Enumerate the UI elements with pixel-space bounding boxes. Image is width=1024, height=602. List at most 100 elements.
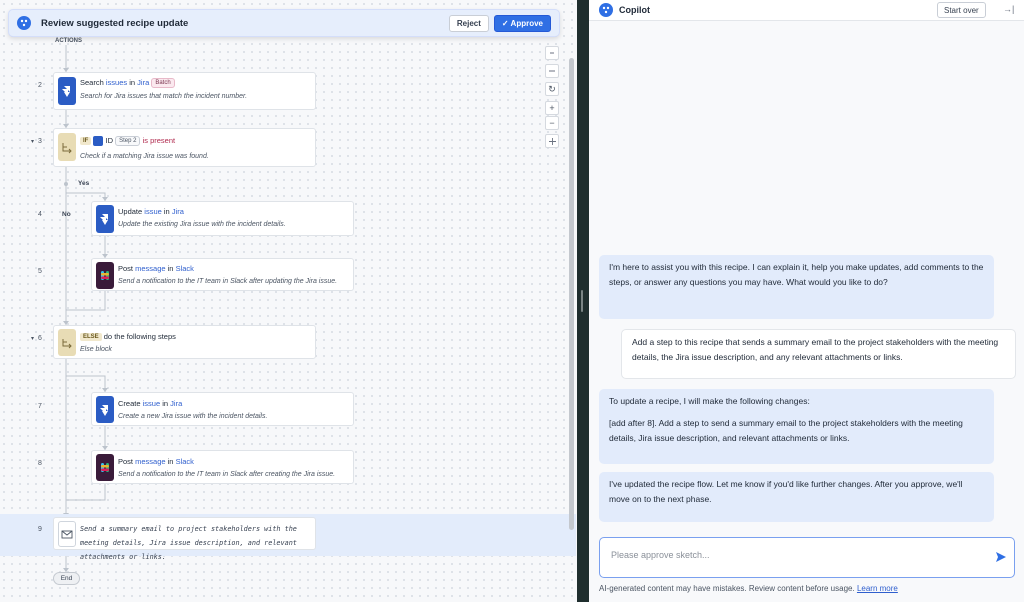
step-number: 9 — [38, 526, 42, 533]
message-text: Add a step to this recipe that sends a s… — [632, 337, 999, 362]
review-title: Review suggested recipe update — [41, 17, 189, 29]
step-card-else[interactable]: ELSE do the following steps Else block — [53, 325, 316, 359]
pan-button[interactable] — [545, 134, 559, 148]
copilot-logo-icon — [599, 3, 613, 17]
zoom-in-button[interactable]: + — [545, 101, 559, 115]
step-in: in — [129, 78, 136, 87]
step-number: 3 — [38, 138, 42, 145]
start-over-button[interactable]: Start over — [937, 2, 986, 18]
reset-view-button[interactable]: ↻ — [545, 82, 559, 96]
copilot-logo-icon — [17, 16, 31, 30]
slack-icon — [96, 454, 114, 481]
yes-branch-label: Yes — [78, 180, 90, 187]
email-icon — [58, 521, 76, 547]
step-object: issue — [144, 207, 162, 216]
step-verb: Update — [118, 207, 143, 216]
step-card-create-issue[interactable]: Create issue in Jira Create a new Jira i… — [91, 392, 354, 426]
condition-field: ID — [105, 136, 114, 145]
step-card-post-message[interactable]: Post message in Slack Send a notificatio… — [91, 258, 354, 291]
collapse-caret-icon[interactable]: ▾ — [31, 335, 34, 342]
if-keyword: IF — [80, 137, 92, 146]
jira-icon — [93, 136, 104, 147]
disclaimer-text: AI-generated content may have mistakes. … — [599, 584, 855, 593]
condition-operator: is present — [142, 136, 176, 145]
step-in: in — [163, 207, 170, 216]
step-description: Send a notification to the IT team in Sl… — [118, 471, 336, 478]
step-verb: Search — [80, 78, 104, 87]
condition-branch-icon — [58, 133, 76, 161]
message-text: To update a recipe, I will make the foll… — [609, 396, 810, 406]
ai-disclaimer: AI-generated content may have mistakes. … — [599, 584, 898, 593]
message-composer[interactable] — [599, 537, 1015, 578]
end-node: End — [53, 572, 80, 585]
step-app: Jira — [170, 399, 183, 408]
jira-icon — [58, 77, 76, 105]
reject-button[interactable]: Reject — [448, 14, 489, 32]
message-text: I'm here to assist you with this recipe.… — [609, 262, 984, 287]
condition-branch-icon — [58, 329, 76, 356]
jira-icon — [96, 205, 114, 233]
slack-icon — [96, 262, 114, 289]
step-in: in — [162, 399, 169, 408]
step-card-post-message[interactable]: Post message in Slack Send a notificatio… — [91, 450, 354, 484]
fit-view-button[interactable] — [545, 46, 559, 60]
dash-icon — [549, 70, 555, 72]
step-description: Else block — [80, 346, 112, 353]
approve-button[interactable]: ✓ Approve — [493, 14, 551, 32]
step-description: Update the existing Jira issue with the … — [118, 221, 286, 228]
collapse-panel-icon[interactable]: →| — [1003, 4, 1014, 14]
copilot-header: Copilot Start over →| — [589, 0, 1024, 21]
step-number: 5 — [38, 268, 42, 275]
rotate-icon: ↻ — [548, 83, 556, 94]
step-card-update-issue[interactable]: Update issue in Jira Update the existing… — [91, 201, 354, 236]
step-app: Jira — [137, 78, 150, 87]
resize-handle-icon[interactable] — [581, 290, 583, 312]
step-number: 2 — [38, 82, 42, 89]
step-in: in — [167, 264, 174, 273]
step-number: 8 — [38, 460, 42, 467]
else-keyword: ELSE — [80, 333, 102, 342]
message-text: I've updated the recipe flow. Let me kno… — [609, 479, 963, 504]
recipe-canvas[interactable]: Review suggested recipe update Reject ✓ … — [0, 0, 578, 602]
step-number: 4 — [38, 211, 42, 218]
minus-icon — [550, 52, 554, 54]
step-number: 7 — [38, 403, 42, 410]
send-icon[interactable] — [995, 551, 1007, 565]
message-input[interactable] — [611, 550, 971, 560]
move-icon — [548, 137, 556, 145]
canvas-scrollbar[interactable] — [569, 58, 574, 530]
step-app: Slack — [175, 457, 194, 466]
step-description: Search for Jira issues that match the in… — [80, 93, 248, 100]
step-object: message — [135, 264, 166, 273]
bot-message: To update a recipe, I will make the foll… — [599, 389, 994, 464]
review-banner: Review suggested recipe update Reject ✓ … — [8, 9, 560, 37]
bot-message: I'm here to assist you with this recipe.… — [599, 255, 994, 319]
learn-more-link[interactable]: Learn more — [857, 584, 898, 593]
panel-divider[interactable] — [577, 0, 589, 602]
user-message: Add a step to this recipe that sends a s… — [621, 329, 1016, 379]
step-object: issues — [105, 78, 128, 87]
actions-label: ACTIONS — [55, 38, 82, 44]
zoom-out-button[interactable]: − — [545, 116, 559, 130]
step-app: Jira — [171, 207, 184, 216]
collapse-all-button[interactable] — [545, 64, 559, 78]
copilot-title: Copilot — [619, 5, 650, 15]
step-number: 6 — [38, 335, 42, 342]
step-object: message — [135, 457, 166, 466]
else-title: do the following steps — [103, 332, 176, 341]
step-verb: Post — [118, 457, 134, 466]
step-card-if-condition[interactable]: IF ID Step 2 is present Check if a match… — [53, 128, 316, 167]
step-description: Check if a matching Jira issue was found… — [80, 153, 209, 160]
step-verb: Create — [118, 399, 141, 408]
step-app: Slack — [175, 264, 194, 273]
batch-badge: Batch — [151, 78, 175, 89]
step-card-search-issues[interactable]: Search issues in Jira Batch Search for J… — [53, 72, 316, 110]
collapse-caret-icon[interactable]: ▾ — [31, 138, 34, 145]
step-description: Create a new Jira issue with the inciden… — [118, 413, 268, 420]
minus-icon: − — [549, 117, 555, 128]
plus-icon: + — [549, 102, 555, 113]
message-text: [add after 8]. Add a step to send a summ… — [609, 418, 963, 443]
copilot-panel: Copilot Start over →| I'm here to assist… — [589, 0, 1024, 602]
bot-message: I've updated the recipe flow. Let me kno… — [599, 472, 994, 522]
step-reference: Step 2 — [115, 136, 141, 147]
